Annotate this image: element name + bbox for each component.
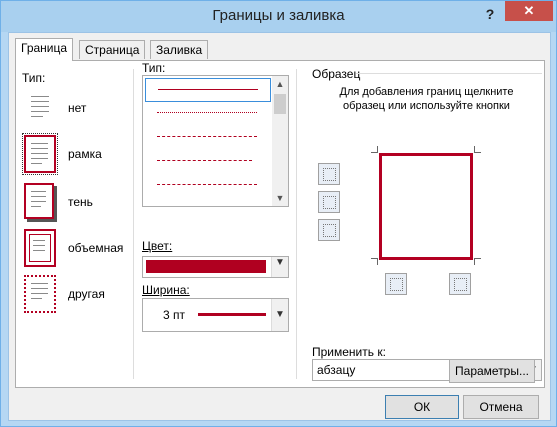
type-shadow-label: тень [68,195,93,209]
left-border-button[interactable] [385,273,407,295]
preview-group-line [356,73,542,74]
scroll-up-arrow-icon[interactable]: ▲ [272,76,288,92]
top-border-button[interactable] [318,163,340,185]
preview-page [379,153,473,260]
width-dropdown[interactable]: 3 пт ▼ [142,298,289,332]
parameters-button[interactable]: Параметры... [449,359,535,383]
chevron-down-icon[interactable]: ▼ [271,299,288,331]
chevron-down-icon[interactable]: ▼ [271,257,288,277]
dialog-window: Границы и заливка ? ✕ Граница Страница З… [0,0,557,427]
separator-left [133,69,134,379]
color-label: Цвет: [142,239,173,253]
type-3d-label: объемная [68,241,124,255]
dialog-title: Границы и заливка [212,7,345,24]
color-swatch [146,260,266,273]
tab-border[interactable]: Граница [15,38,74,61]
apply-to-value: абзацу [317,363,356,377]
width-value: 3 пт [163,308,186,322]
border-tab-panel: Тип: нет рамка тень объемная другая Тип:… [15,60,545,388]
box-border-icon [22,133,58,175]
line-style-scrollbar[interactable]: ▲ ▼ [272,76,288,206]
color-dropdown[interactable]: ▼ [142,256,289,278]
3d-border-icon [24,229,56,267]
scroll-down-arrow-icon[interactable]: ▼ [272,190,288,206]
line-style-dashed[interactable] [145,150,269,172]
close-button[interactable]: ✕ [505,1,553,21]
width-sample-line [198,313,266,316]
type-label: Тип: [22,71,46,85]
type-none-label: нет [68,101,87,115]
right-border-button[interactable] [449,273,471,295]
tab-page-label: Страница [85,43,140,57]
type-custom-label: другая [68,287,105,301]
tab-border-label: Граница [21,41,68,55]
title-bar: Границы и заливка ? ✕ [1,1,556,32]
tab-shading-label: Заливка [156,43,203,57]
inside-horizontal-border-button[interactable] [318,191,340,213]
help-button[interactable]: ? [479,4,501,24]
preview-label: Образец [312,67,361,81]
ok-button[interactable]: ОК [385,395,459,419]
preview-area[interactable] [371,143,481,265]
apply-to-label: Применить к: [312,345,386,359]
scroll-thumb[interactable] [274,94,286,114]
dialog-body: Граница Страница Заливка Тип: нет рамка … [8,32,551,421]
cancel-button[interactable]: Отмена [463,395,539,419]
custom-border-icon [24,275,56,313]
preview-hint: Для добавления границ щелкните образец и… [339,86,514,112]
shadow-border-icon [24,183,54,219]
none-border-icon [24,89,56,127]
line-style-dotted[interactable] [145,102,269,124]
type-box-label: рамка [68,147,102,161]
tab-shading[interactable]: Заливка [150,40,209,59]
width-label: Ширина: [142,283,190,297]
line-style-dash-dot-dot[interactable] [145,126,269,148]
line-type-label: Тип: [142,61,166,75]
line-style-solid[interactable] [145,78,271,102]
line-style-list[interactable]: ▲ ▼ [142,75,289,207]
tab-page[interactable]: Страница [79,40,146,59]
line-style-dash-dot[interactable] [145,174,269,196]
separator-right [296,69,297,379]
bottom-border-button[interactable] [318,219,340,241]
